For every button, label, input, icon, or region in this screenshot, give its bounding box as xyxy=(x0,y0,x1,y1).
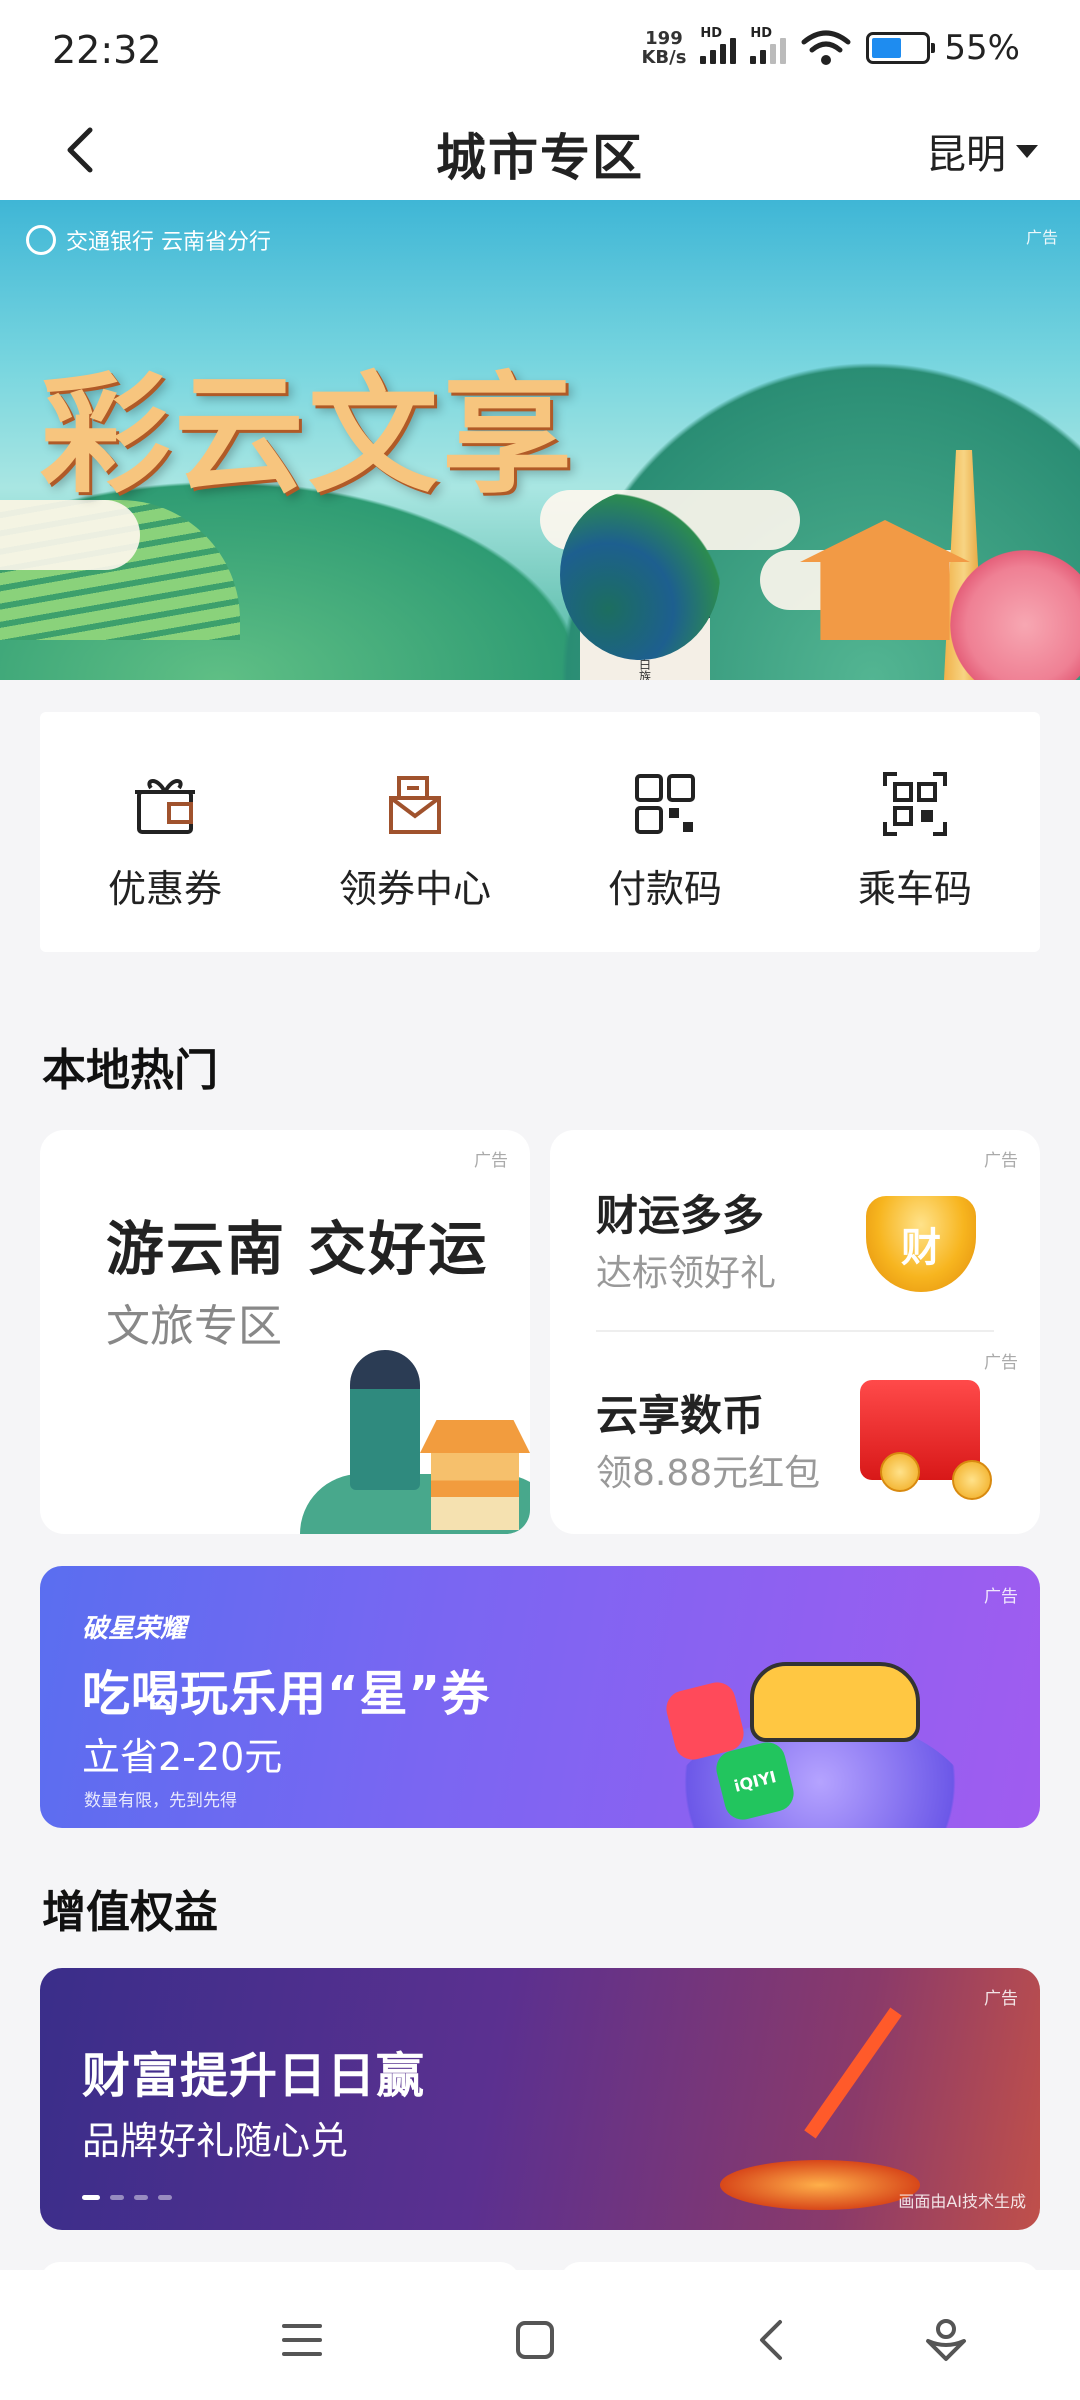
section-title-value-added: 增值权益 xyxy=(42,1887,218,1938)
promo-title: 财富提升日日赢 xyxy=(82,2048,426,2104)
hero-title: 彩云文享 xyxy=(40,358,577,511)
promo-banner-wealth[interactable]: 广告 财富提升日日赢 品牌好礼随心兑 画面由AI技术生成 xyxy=(40,1968,1040,2230)
quick-action-label: 优惠券 xyxy=(107,867,222,911)
traveler-illustration xyxy=(350,1350,420,1490)
coupon-center-icon xyxy=(389,776,441,834)
home-button[interactable] xyxy=(505,2310,565,2370)
system-nav-bar xyxy=(0,2270,1080,2400)
system-back-button[interactable] xyxy=(740,2310,800,2370)
wifi-icon xyxy=(801,30,851,65)
menu-icon xyxy=(282,2324,322,2356)
peacock-illustration xyxy=(560,490,720,660)
app-header: 城市专区 昆明 xyxy=(0,100,1080,200)
carousel-pager xyxy=(82,2195,172,2200)
battery-percent: 55% xyxy=(944,28,1020,68)
pager-dot xyxy=(158,2195,172,2200)
gift-coupon-icon xyxy=(135,779,195,834)
city-name: 昆明 xyxy=(926,132,1006,178)
card-subtitle: 文旅专区 xyxy=(106,1301,282,1352)
bank-logo-icon xyxy=(26,225,56,255)
pager-dot xyxy=(82,2195,100,2200)
ad-tag: 广告 xyxy=(1025,228,1058,247)
quick-action-label: 领券中心 xyxy=(338,867,491,911)
card-fortune[interactable]: 广告 财运多多 达标领好礼 财 xyxy=(550,1130,1040,1330)
qr-code-icon xyxy=(635,774,695,834)
network-speed: 199 KB/s xyxy=(641,28,687,68)
quick-action-label: 乘车码 xyxy=(857,867,972,911)
promo-note: 数量有限，先到先得 xyxy=(84,1791,237,1811)
status-time: 22:32 xyxy=(52,28,162,72)
quick-action-transit-code[interactable]: 乘车码 xyxy=(790,712,1040,952)
quick-action-coupon-center[interactable]: 领券中心 xyxy=(290,712,540,952)
card-title: 财运多多 xyxy=(596,1191,765,1240)
page-title: 城市专区 xyxy=(436,129,644,187)
assistant-button[interactable] xyxy=(916,2310,976,2370)
pager-dot xyxy=(134,2195,148,2200)
coin-icon xyxy=(880,1452,920,1492)
quick-actions: 优惠券 领券中心 付款码 乘车码 xyxy=(40,712,1040,952)
car-illustration xyxy=(750,1662,920,1742)
hero-banner[interactable]: 大理白族 交通银行 云南省分行 广告 彩云文享 xyxy=(0,200,1080,680)
chevron-left-icon xyxy=(760,2320,782,2360)
square-home-icon xyxy=(516,2321,554,2359)
city-selector[interactable]: 昆明 xyxy=(926,122,1038,180)
promo-banner-star[interactable]: 广告 破星荣耀 吃喝玩乐用“星”券 立省2-20元 数量有限，先到先得 iQIY… xyxy=(40,1566,1040,1828)
card-title: 云享数币 xyxy=(596,1391,765,1440)
caret-down-icon xyxy=(1016,144,1038,158)
ad-tag: 广告 xyxy=(984,1151,1018,1171)
tower-illustration xyxy=(420,1420,530,1530)
cellular-signal-icon: HD xyxy=(700,26,737,64)
promo-title: 吃喝玩乐用“星”券 xyxy=(82,1666,491,1722)
cellular-signal-2-icon: HD xyxy=(750,26,787,64)
card-fortune-ecny: 广告 财运多多 达标领好礼 财 广告 云享数币 领8.88元红包 xyxy=(550,1130,1040,1534)
promo-subtitle: 品牌好礼随心兑 xyxy=(82,2119,349,2163)
card-subtitle: 达标领好礼 xyxy=(596,1253,777,1294)
growth-arrow-icon xyxy=(804,2007,902,2139)
gold-ingot-icon: 财 xyxy=(866,1196,976,1292)
promo-subtitle: 立省2-20元 xyxy=(82,1735,283,1779)
menu-button[interactable] xyxy=(272,2310,332,2370)
quick-action-payment-code[interactable]: 付款码 xyxy=(540,712,790,952)
card-subtitle: 领8.88元红包 xyxy=(596,1453,821,1494)
ad-tag: 广告 xyxy=(984,1587,1018,1607)
quick-action-coupons[interactable]: 优惠券 xyxy=(40,712,290,952)
section-title-local-hot: 本地热门 xyxy=(42,1045,218,1096)
coin-icon xyxy=(952,1460,992,1500)
card-title: 游云南 交好运 xyxy=(106,1215,489,1283)
ad-tag: 广告 xyxy=(474,1151,508,1171)
assistant-icon xyxy=(926,2319,966,2361)
bank-brand: 交通银行 云南省分行 xyxy=(26,224,271,256)
ad-tag: 广告 xyxy=(984,1989,1018,2009)
card-ecny[interactable]: 广告 云享数币 领8.88元红包 xyxy=(550,1332,1040,1534)
status-indicators: 199 KB/s HD HD 55% xyxy=(641,26,1020,68)
podium-illustration xyxy=(720,2160,920,2210)
ad-tag: 广告 xyxy=(984,1353,1018,1373)
battery-icon xyxy=(866,32,936,64)
status-bar: 22:32 199 KB/s HD HD 55% xyxy=(0,0,1080,100)
quick-action-label: 付款码 xyxy=(607,867,722,911)
promo-brand: 破星荣耀 xyxy=(82,1614,187,1644)
scan-qr-icon xyxy=(883,772,947,836)
card-travel[interactable]: 广告 游云南 交好运 文旅专区 xyxy=(40,1130,530,1534)
pager-dot xyxy=(110,2195,124,2200)
ai-generated-note: 画面由AI技术生成 xyxy=(898,2192,1026,2211)
